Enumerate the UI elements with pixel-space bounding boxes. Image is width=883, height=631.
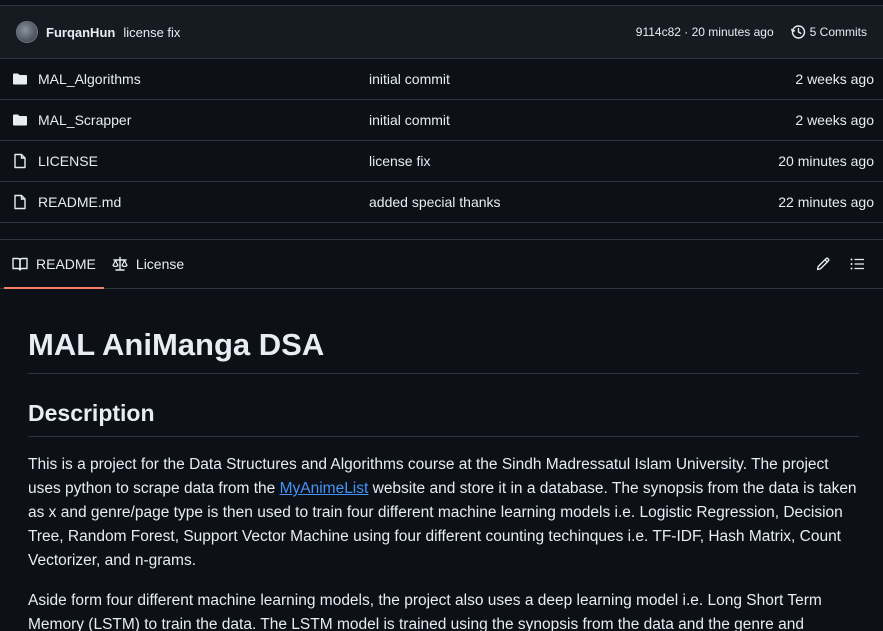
file-icon <box>14 153 26 169</box>
file-age: 22 minutes ago <box>778 194 874 210</box>
commit-hash-time[interactable]: 9114c82 · 20 minutes ago <box>636 25 774 39</box>
description-heading: Description <box>28 398 859 437</box>
file-age: 20 minutes ago <box>778 153 874 169</box>
description-paragraph: This is a project for the Data Structure… <box>28 453 859 573</box>
law-scale-icon <box>112 256 128 271</box>
tab-license[interactable]: License <box>104 240 192 288</box>
file-name[interactable]: MAL_Algorithms <box>38 71 141 87</box>
folder-icon <box>13 73 27 85</box>
myanimelist-link[interactable]: MyAnimeList <box>280 480 369 497</box>
readme-title: MAL AniManga DSA <box>28 327 859 374</box>
file-row[interactable]: README.md added special thanks 22 minute… <box>0 182 883 223</box>
tab-license-label: License <box>135 256 185 272</box>
file-name[interactable]: MAL_Scrapper <box>38 112 131 128</box>
readme-content: MAL AniManga DSA Description This is a p… <box>28 289 859 631</box>
file-row[interactable]: LICENSE license fix 20 minutes ago <box>0 141 883 182</box>
commit-message[interactable]: license fix <box>123 25 180 40</box>
file-age: 2 weeks ago <box>795 71 874 87</box>
latest-commit-bar: FurqanHun license fix 9114c82 · 20 minut… <box>0 6 883 59</box>
file-commit-message[interactable]: initial commit <box>369 112 450 128</box>
lstm-paragraph: Aside form four different machine learni… <box>28 592 822 631</box>
tab-readme-label: README <box>36 256 96 272</box>
file-name[interactable]: README.md <box>38 194 121 210</box>
edit-pencil-icon[interactable] <box>815 256 831 272</box>
file-commit-message[interactable]: added special thanks <box>369 194 501 210</box>
tab-readme[interactable]: README <box>4 240 104 289</box>
file-icon <box>14 194 26 210</box>
book-icon <box>12 257 28 271</box>
file-row[interactable]: MAL_Algorithms initial commit 2 weeks ag… <box>0 59 883 100</box>
commit-author[interactable]: FurqanHun <box>46 25 115 40</box>
outline-list-icon[interactable] <box>849 256 865 272</box>
file-name[interactable]: LICENSE <box>38 153 98 169</box>
commits-count: 5 Commits <box>809 25 867 39</box>
readme-tabbar: README License <box>0 240 883 289</box>
file-commit-message[interactable]: initial commit <box>369 71 450 87</box>
commits-history-link[interactable]: 5 Commits <box>790 24 867 40</box>
section-divider <box>0 223 883 240</box>
folder-icon <box>13 114 27 126</box>
avatar[interactable] <box>16 21 38 43</box>
file-commit-message[interactable]: license fix <box>369 153 430 169</box>
file-age: 2 weeks ago <box>795 112 874 128</box>
file-row[interactable]: MAL_Scrapper initial commit 2 weeks ago <box>0 100 883 141</box>
history-icon <box>790 25 805 39</box>
